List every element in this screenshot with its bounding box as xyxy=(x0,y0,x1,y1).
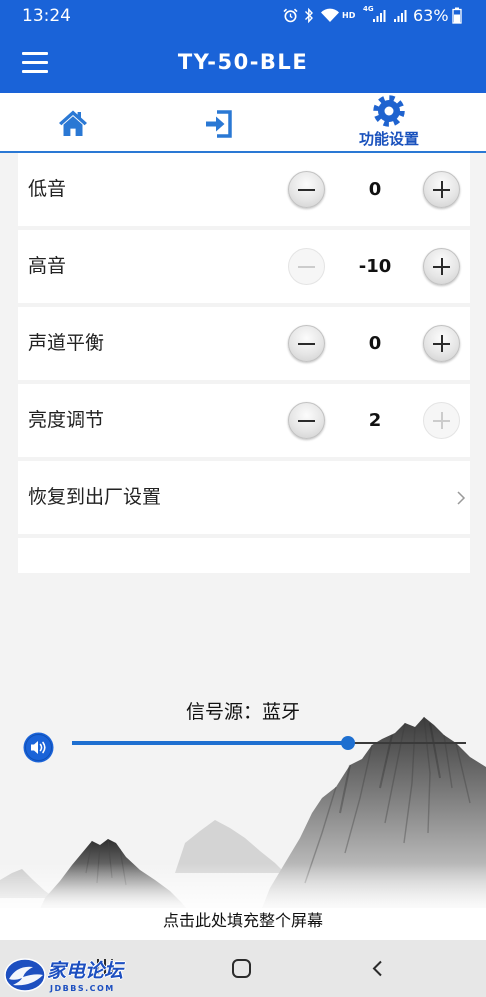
app-bar: TY-50-BLE xyxy=(0,32,486,93)
bass-value: 0 xyxy=(368,179,382,200)
tab-login[interactable] xyxy=(146,93,292,151)
watermark-site: JDBBS.COM xyxy=(50,984,115,993)
treble-decrease-button xyxy=(288,248,325,285)
minus-icon xyxy=(298,342,315,345)
back-icon[interactable] xyxy=(370,960,384,977)
tab-home[interactable] xyxy=(0,93,146,151)
battery-icon xyxy=(452,7,462,24)
home-icon xyxy=(59,110,87,136)
brightness-value: 2 xyxy=(368,410,382,431)
watermark-logo xyxy=(4,958,46,992)
app-title: TY-50-BLE xyxy=(177,50,309,74)
treble-label: 高音 xyxy=(28,255,67,277)
empty-row xyxy=(18,538,470,573)
bass-increase-button[interactable] xyxy=(423,171,460,208)
volume-slider[interactable] xyxy=(72,735,466,751)
chevron-right-icon xyxy=(457,491,466,505)
treble-value: -10 xyxy=(358,256,392,277)
volume-icon[interactable] xyxy=(23,732,54,763)
plus-icon xyxy=(440,258,443,275)
balance-row: 声道平衡 0 xyxy=(18,307,470,380)
status-bar: 13:24 HD 4G 63% xyxy=(0,0,486,32)
plus-icon xyxy=(440,335,443,352)
tab-bar: 功能设置 xyxy=(0,93,486,153)
minus-icon xyxy=(298,188,315,191)
alarm-icon xyxy=(283,8,298,23)
treble-increase-button[interactable] xyxy=(423,248,460,285)
signal-source-label: 信号源：蓝牙 xyxy=(185,701,300,723)
menu-icon[interactable] xyxy=(20,50,50,76)
watermark-name: 家电论坛 xyxy=(47,960,124,982)
battery-percent: 63% xyxy=(413,6,449,25)
factory-reset-row[interactable]: 恢复到出厂设置 xyxy=(18,461,470,534)
settings-list: 低音 0 高音 -10 声道平衡 0 亮度调节 2 恢复到出厂设置 xyxy=(18,153,470,573)
treble-row: 高音 -10 xyxy=(18,230,470,303)
tab-function-settings[interactable]: 功能设置 xyxy=(292,93,486,151)
signal-icon xyxy=(373,10,386,22)
brightness-label: 亮度调节 xyxy=(28,409,105,431)
gear-icon xyxy=(373,95,405,127)
volume-slider-thumb[interactable] xyxy=(340,736,355,750)
fill-screen-hint[interactable]: 点击此处填充整个屏幕 xyxy=(0,910,486,932)
brightness-row: 亮度调节 2 xyxy=(18,384,470,457)
plus-icon xyxy=(440,181,443,198)
brightness-increase-button xyxy=(423,402,460,439)
balance-decrease-button[interactable] xyxy=(288,325,325,362)
landscape-background xyxy=(0,716,486,940)
balance-increase-button[interactable] xyxy=(423,325,460,362)
bass-label: 低音 xyxy=(28,178,67,200)
balance-label: 声道平衡 xyxy=(28,332,105,354)
plus-icon xyxy=(440,412,443,429)
status-time: 13:24 xyxy=(22,6,71,26)
balance-value: 0 xyxy=(368,333,382,354)
login-icon xyxy=(206,110,232,138)
bass-row: 低音 0 xyxy=(18,153,470,226)
volume-slider-fill xyxy=(72,741,348,745)
minus-icon xyxy=(298,419,315,422)
wifi-icon xyxy=(321,8,339,22)
signal-icon xyxy=(394,10,407,22)
home-button-icon[interactable] xyxy=(232,959,251,978)
minus-icon xyxy=(298,265,315,268)
brightness-decrease-button[interactable] xyxy=(288,402,325,439)
bass-decrease-button[interactable] xyxy=(288,171,325,208)
factory-reset-label: 恢复到出厂设置 xyxy=(28,486,162,508)
tab-function-settings-label: 功能设置 xyxy=(358,130,419,148)
hd-label: HD xyxy=(342,11,356,20)
bluetooth-icon xyxy=(305,7,313,24)
